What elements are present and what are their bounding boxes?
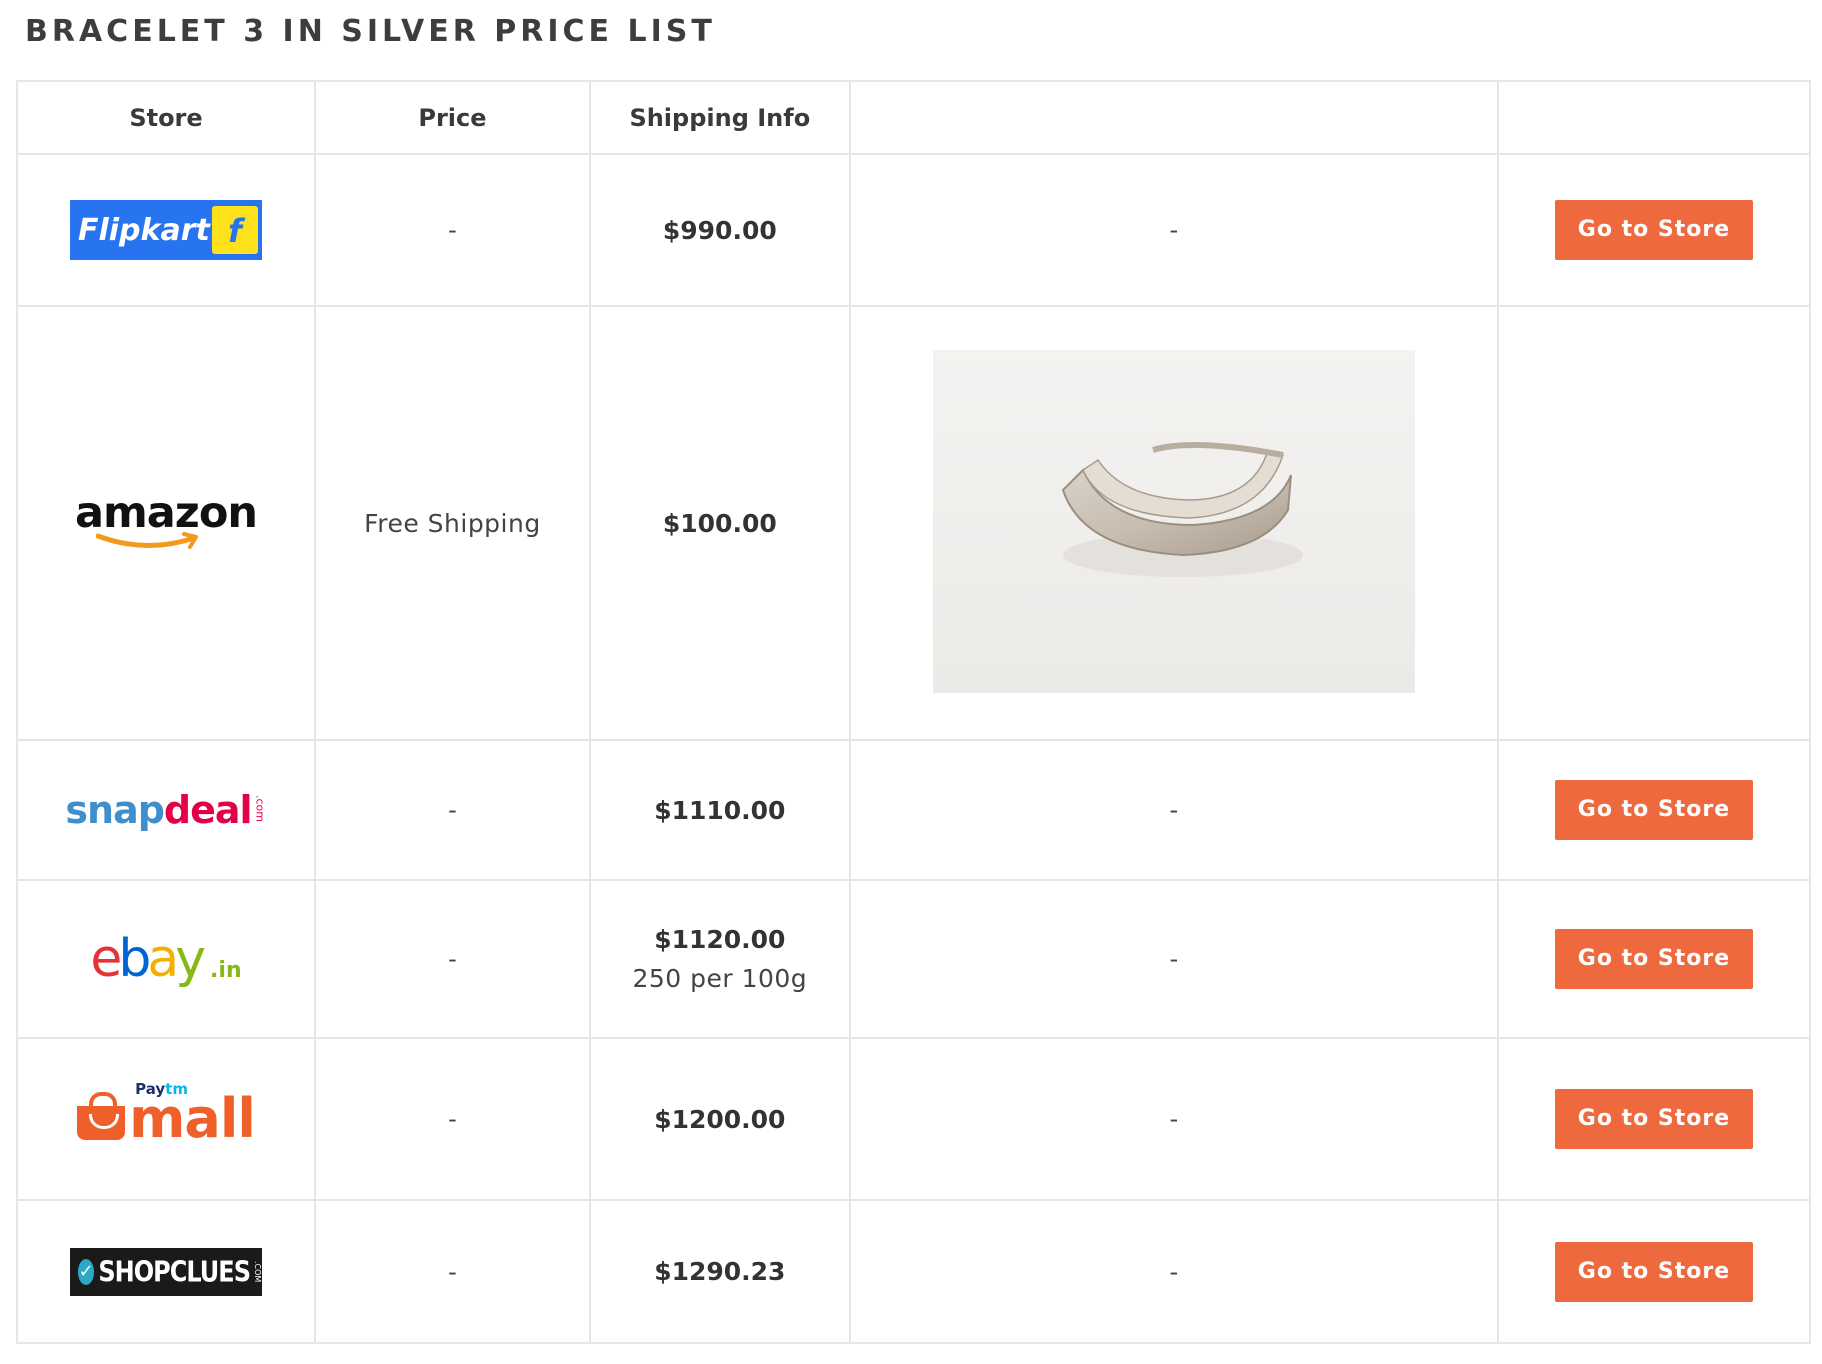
ebay-letter-e: e [90,929,122,989]
amazon-wordmark: amazon [74,488,258,538]
header-image [848,80,1499,155]
action-cell: Go to Store [1496,153,1812,307]
price-cell: - [313,1199,591,1344]
header-price: Price [313,80,591,155]
image-cell: - [848,1199,1499,1344]
amazon-smile-arrow-icon [95,532,198,549]
image-cell: - [848,879,1499,1039]
price-cell: Free Shipping [313,305,591,741]
header-store: Store [16,80,316,155]
shipping-note: 250 per 100g [632,964,808,993]
ebay-letter-a: a [147,929,179,989]
mall-text: mall [129,1087,256,1150]
price-value: - [448,1257,457,1286]
snapdeal-deal-text: deal [163,788,253,832]
shipping-cell: $990.00 [588,153,851,307]
table-row: Paytm mall - $1200.00 - Go to Store [16,1037,1812,1201]
image-placeholder: - [1169,945,1179,973]
store-cell: amazon [16,305,316,741]
table-row: e b a y .in - $1120.00 250 per 100g - Go to … [16,879,1812,1039]
shipping-cell: $100.00 [588,305,851,741]
shopclues-wordmark: SHOPCLUES [98,1254,251,1289]
image-placeholder: - [1169,216,1179,244]
price-value: - [448,1105,457,1133]
product-image [932,349,1415,693]
shipping-cell: $1120.00 250 per 100g [588,879,851,1039]
snapdeal-snap-text: snap [65,788,165,832]
shipping-amount: $1120.00 [654,925,786,954]
flipkart-bag-icon: f [211,206,258,254]
shopping-bag-icon [77,1092,126,1140]
shopclues-logo[interactable]: ✓ SHOPCLUES .COM [69,1247,262,1296]
image-cell: - [848,739,1499,881]
ebay-letter-y: y [175,929,206,989]
shipping-amount: $1110.00 [654,795,786,825]
price-value: - [448,945,457,973]
amazon-logo[interactable]: amazon [71,488,261,558]
shipping-amount: $990.00 [662,215,777,245]
image-placeholder: - [1169,1105,1179,1133]
image-placeholder: - [1169,1257,1179,1286]
store-cell: e b a y .in [16,879,316,1039]
price-value: Free Shipping [364,508,541,538]
shipping-cell: $1110.00 [588,739,851,881]
table-row: Flipkart f - $990.00 - Go to Store [16,153,1812,307]
snapdeal-logo[interactable]: snap deal .com [65,788,266,832]
store-cell: Flipkart f [16,153,316,307]
table-header-row: Store Price Shipping Info [16,80,1812,155]
price-cell: - [313,879,591,1039]
action-cell: Go to Store [1496,1037,1812,1201]
image-cell [848,305,1499,741]
price-comparison-table: Store Price Shipping Info Flipkart f - $… [16,80,1812,1344]
table-row: snap deal .com - $1110.00 - Go to Store [16,739,1812,881]
action-cell: Go to Store [1496,1199,1812,1344]
go-to-store-button[interactable]: Go to Store [1554,1241,1753,1302]
ebay-letter-b: b [118,929,151,989]
check-icon: ✓ [77,1258,95,1285]
flipkart-logo[interactable]: Flipkart f [69,200,262,260]
snapdeal-com-text: .com [253,795,267,822]
action-cell: Go to Store [1496,879,1812,1039]
go-to-store-button[interactable]: Go to Store [1554,200,1753,260]
flipkart-wordmark: Flipkart [77,212,210,248]
go-to-store-button[interactable]: Go to Store [1554,1089,1753,1149]
price-cell: - [313,1037,591,1201]
image-cell: - [848,1037,1499,1201]
silver-bracelet-photo-icon [932,349,1415,693]
shipping-cell: $1290.23 [588,1199,851,1344]
image-placeholder: - [1169,796,1179,824]
go-to-store-button[interactable]: Go to Store [1554,929,1753,989]
price-value: - [448,796,457,824]
price-value: - [448,216,457,244]
paytm-text: Paytm [135,1080,188,1098]
action-cell [1496,305,1812,741]
store-cell: ✓ SHOPCLUES .COM [16,1199,316,1344]
price-cell: - [313,153,591,307]
store-cell: snap deal .com [16,739,316,881]
ebay-tld: .in [210,958,242,983]
shipping-amount: $1200.00 [654,1104,786,1134]
paytm-mall-logo[interactable]: Paytm mall [77,1080,256,1150]
ebay-logo[interactable]: e b a y .in [90,932,241,986]
image-cell: - [848,153,1499,307]
shopclues-com-text: .COM [252,1260,262,1283]
table-row: amazon Free Shipping $100.00 [16,305,1812,741]
header-shipping-info: Shipping Info [588,80,851,155]
header-action [1496,80,1812,155]
shipping-amount: $1290.23 [654,1257,786,1286]
shipping-amount: $100.00 [662,508,777,538]
action-cell: Go to Store [1496,739,1812,881]
page-title: BRACELET 3 IN SILVER PRICE LIST [25,14,716,49]
price-cell: - [313,739,591,881]
table-row: ✓ SHOPCLUES .COM - $1290.23 - Go to Stor… [16,1199,1812,1344]
go-to-store-button[interactable]: Go to Store [1554,780,1753,840]
store-cell: Paytm mall [16,1037,316,1201]
shipping-cell: $1200.00 [588,1037,851,1201]
